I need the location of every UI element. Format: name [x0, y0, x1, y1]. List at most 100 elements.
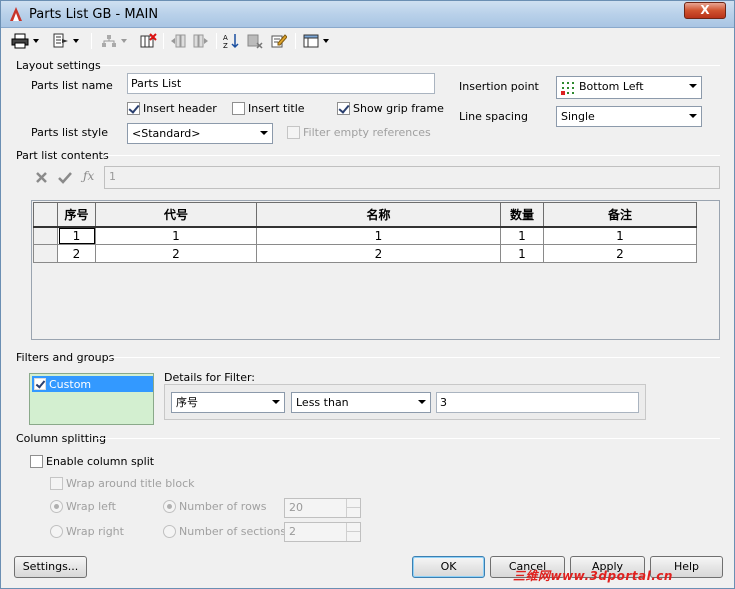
filter-item-label: Custom	[49, 377, 92, 391]
clear-button[interactable]	[247, 32, 263, 50]
group-dropdown[interactable]	[101, 32, 127, 50]
cancel-x-icon[interactable]	[35, 171, 48, 184]
sections-value: 2	[289, 525, 296, 538]
filter-field-select[interactable]: 序号	[171, 392, 285, 413]
delete-column-button[interactable]	[139, 32, 157, 50]
move-column-left-button[interactable]	[170, 32, 186, 50]
table-cell[interactable]: 1	[543, 226, 697, 245]
delete-column-icon	[140, 33, 157, 48]
spin-down-icon[interactable]	[346, 532, 360, 541]
column-header[interactable]: 序号	[57, 202, 96, 228]
radio-icon	[163, 525, 176, 538]
settings-button[interactable]: Settings...	[14, 556, 87, 578]
layout-icon	[303, 34, 319, 48]
table-cell[interactable]: 2	[57, 244, 96, 263]
printer-icon	[11, 33, 29, 49]
column-header[interactable]: 名称	[256, 202, 501, 228]
row-header-corner	[33, 202, 58, 228]
rows-stepper[interactable]: 20	[284, 498, 361, 518]
filter-empty-references-checkbox[interactable]: Filter empty references	[287, 126, 431, 139]
layout-dropdown[interactable]	[303, 32, 329, 50]
table-cell[interactable]: 2	[543, 244, 697, 263]
filter-list[interactable]: Custom	[29, 373, 154, 425]
column-header[interactable]: 数量	[500, 202, 544, 228]
insertion-point-select[interactable]: Bottom Left	[556, 76, 702, 99]
table-row[interactable]: 1 1 1 1 1	[33, 226, 697, 245]
checkbox-icon	[287, 126, 300, 139]
fx-icon[interactable]: ƒx	[83, 169, 94, 183]
window-title: Parts List GB - MAIN	[29, 7, 159, 22]
table-cell[interactable]: 1	[57, 226, 96, 245]
insertion-point-value: Bottom Left	[579, 80, 644, 93]
enable-column-split-label: Enable column split	[46, 455, 155, 468]
export-icon	[53, 33, 68, 48]
wrap-title-block-label: Wrap around title block	[66, 477, 195, 490]
column-splitting-title: Column splitting	[16, 432, 107, 445]
print-dropdown[interactable]	[11, 32, 39, 50]
table-cell[interactable]: 2	[256, 244, 501, 263]
filter-operator-select[interactable]: Less than	[291, 392, 431, 413]
title-bar[interactable]: Parts List GB - MAIN X	[1, 1, 734, 28]
accept-check-icon[interactable]	[58, 171, 72, 184]
filter-empty-references-label: Filter empty references	[303, 126, 431, 139]
parts-list-style-select[interactable]: <Standard>	[127, 123, 273, 144]
checkbox-check-icon	[34, 378, 46, 390]
group-icon	[102, 35, 116, 47]
parts-grid[interactable]: 序号 代号 名称 数量 备注 1 1 1 1 1 2 2 2 1 2	[31, 200, 720, 340]
radio-selected-icon	[50, 500, 63, 513]
checkbox-icon	[50, 477, 63, 490]
sort-button[interactable]: A Z	[223, 32, 241, 50]
ok-button[interactable]: OK	[412, 556, 485, 578]
line-spacing-select[interactable]: Single	[556, 106, 702, 127]
number-of-rows-radio[interactable]: Number of rows	[163, 500, 267, 513]
line-spacing-label: Line spacing	[459, 110, 528, 123]
show-grip-frame-checkbox[interactable]: Show grip frame	[337, 102, 444, 115]
column-right-icon	[193, 34, 208, 48]
table-row[interactable]: 2 2 2 1 2	[33, 244, 697, 263]
chevron-down-icon	[689, 84, 697, 88]
table-cell[interactable]: 1	[95, 226, 257, 245]
wrap-title-block-checkbox[interactable]: Wrap around title block	[50, 477, 195, 490]
spin-down-icon[interactable]	[346, 508, 360, 517]
filters-groups-title: Filters and groups	[16, 351, 115, 364]
number-of-sections-radio[interactable]: Number of sections	[163, 525, 286, 538]
filter-field-value: 序号	[176, 396, 198, 409]
enable-column-split-checkbox[interactable]: Enable column split	[30, 455, 154, 468]
sections-stepper[interactable]: 2	[284, 522, 361, 542]
grid-anchor-icon	[561, 82, 574, 95]
move-column-right-button[interactable]	[193, 32, 209, 50]
close-button[interactable]: X	[684, 2, 726, 19]
table-cell[interactable]: 2	[95, 244, 257, 263]
table-cell[interactable]: 1	[500, 226, 544, 245]
wrap-right-radio[interactable]: Wrap right	[50, 525, 124, 538]
chevron-down-icon	[418, 400, 426, 404]
layout-settings-title: Layout settings	[16, 59, 101, 72]
wrap-left-radio[interactable]: Wrap left	[50, 500, 116, 513]
insert-title-checkbox[interactable]: Insert title	[232, 102, 305, 115]
spin-up-icon[interactable]	[346, 523, 360, 532]
rows-value: 20	[289, 501, 303, 514]
parts-list-name-input[interactable]	[127, 73, 435, 94]
export-dropdown[interactable]	[53, 32, 79, 50]
part-list-contents-title: Part list contents	[16, 149, 109, 162]
column-header[interactable]: 备注	[543, 202, 697, 228]
svg-text:Z: Z	[223, 42, 228, 49]
insert-header-label: Insert header	[143, 102, 217, 115]
spin-up-icon[interactable]	[346, 499, 360, 508]
row-header[interactable]	[33, 226, 58, 245]
insert-header-checkbox[interactable]: Insert header	[127, 102, 217, 115]
edit-button[interactable]	[271, 32, 287, 50]
number-of-sections-label: Number of sections	[179, 525, 287, 538]
checkbox-icon	[232, 102, 245, 115]
details-for-filter-label: Details for Filter:	[164, 371, 256, 384]
filter-criteria-input[interactable]	[436, 392, 639, 413]
parts-list-style-label: Parts list style	[31, 126, 108, 139]
formula-input[interactable]: 1	[104, 166, 720, 189]
row-header[interactable]	[33, 244, 58, 263]
column-header[interactable]: 代号	[95, 202, 257, 228]
table-cell[interactable]: 1	[500, 244, 544, 263]
table-cell[interactable]: 1	[256, 226, 501, 245]
parts-list-name-label: Parts list name	[31, 79, 113, 92]
list-item[interactable]: Custom	[32, 376, 153, 392]
radio-icon	[50, 525, 63, 538]
